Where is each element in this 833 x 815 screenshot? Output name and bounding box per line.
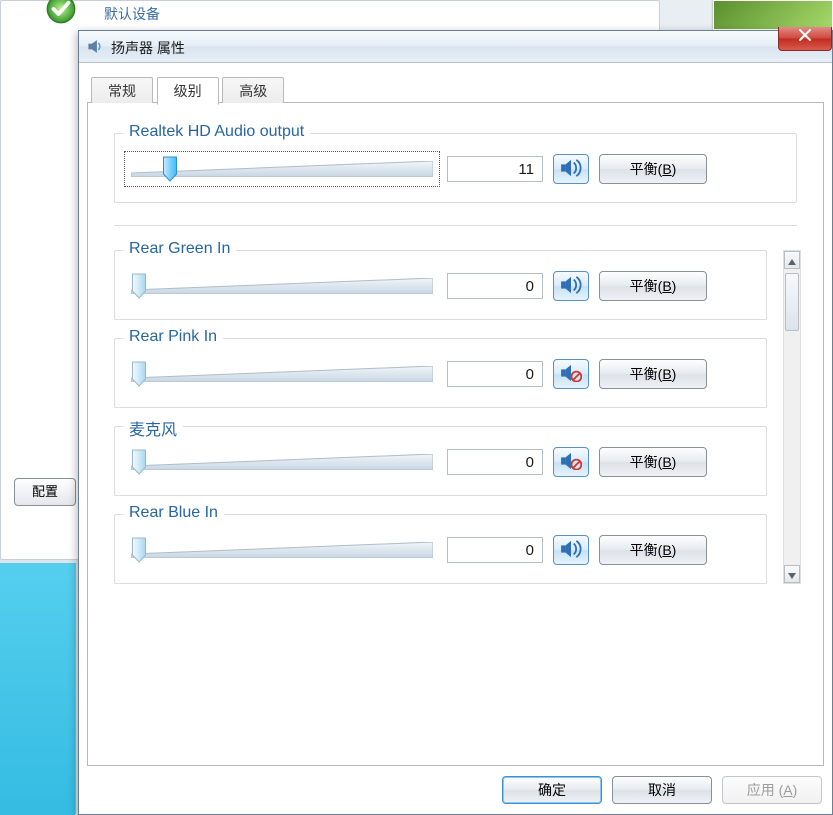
mute-main[interactable]: [553, 154, 589, 184]
speaker-on-icon: [560, 540, 582, 561]
close-button[interactable]: [778, 27, 832, 51]
apply-button[interactable]: 应用 (A): [722, 776, 822, 804]
balance-input-3[interactable]: 平衡(B): [599, 535, 707, 565]
slider-input-1[interactable]: [127, 359, 437, 389]
speaker-on-icon: [560, 159, 582, 180]
side-strip: [0, 563, 76, 815]
speaker-muted-icon: [560, 452, 582, 473]
group-input-1: Rear Pink In平衡(B): [114, 338, 767, 408]
slider-thumb-icon: [132, 537, 147, 563]
group-main-legend: Realtek HD Audio output: [123, 123, 310, 141]
speaker-properties-dialog: 扬声器 属性 常规 级别 高级 Realtek HD Audio output: [78, 30, 833, 815]
thumbnail-image: [713, 0, 833, 30]
slider-input-2[interactable]: [127, 447, 437, 477]
tab-levels[interactable]: 级别: [157, 77, 219, 105]
balance-main[interactable]: 平衡(B): [599, 154, 707, 184]
group-input-legend: Rear Blue In: [123, 504, 224, 522]
group-input-3: Rear Blue In平衡(B): [114, 514, 767, 584]
balance-input-1[interactable]: 平衡(B): [599, 359, 707, 389]
inputs-scroll-area: Rear Green In平衡(B)Rear Pink In平衡(B)麦克风平衡…: [114, 250, 797, 584]
balance-input-0[interactable]: 平衡(B): [599, 271, 707, 301]
dialog-footer: 确定 取消 应用 (A): [502, 776, 822, 804]
checkmark-icon: [46, 0, 76, 24]
tab-row: 常规 级别 高级: [87, 73, 824, 103]
chevron-up-icon: [788, 253, 796, 268]
mute-input-1[interactable]: [553, 359, 589, 389]
slider-track-icon: [131, 366, 433, 382]
scroll-thumb[interactable]: [785, 273, 799, 331]
close-icon: [798, 29, 812, 44]
slider-thumb-icon: [132, 361, 147, 387]
slider-track-icon: [131, 454, 433, 470]
ok-button[interactable]: 确定: [502, 776, 602, 804]
slider-thumb-icon: [163, 156, 178, 182]
group-input-0: Rear Green In平衡(B): [114, 250, 767, 320]
mute-input-3[interactable]: [553, 535, 589, 565]
levels-panel: Realtek HD Audio output: [87, 103, 824, 766]
titlebar[interactable]: 扬声器 属性: [79, 31, 832, 63]
value-input-3[interactable]: [447, 537, 543, 563]
cancel-button[interactable]: 取消: [612, 776, 712, 804]
mute-input-0[interactable]: [553, 271, 589, 301]
separator: [114, 225, 797, 226]
configure-button[interactable]: 配置: [14, 478, 76, 506]
group-input-2: 麦克风平衡(B): [114, 426, 767, 496]
default-device-label: 默认设备: [104, 4, 160, 24]
slider-input-0[interactable]: [127, 271, 437, 301]
group-input-legend: Rear Pink In: [123, 328, 223, 346]
scrollbar[interactable]: [783, 250, 801, 584]
group-main-output: Realtek HD Audio output: [114, 133, 797, 203]
group-input-legend: Rear Green In: [123, 240, 236, 258]
slider-input-3[interactable]: [127, 535, 437, 565]
chevron-down-icon: [788, 567, 796, 582]
speaker-on-icon: [560, 276, 582, 297]
speaker-muted-icon: [560, 364, 582, 385]
scroll-up-button[interactable]: [784, 251, 800, 269]
slider-thumb-icon: [132, 449, 147, 475]
value-input-0[interactable]: [447, 273, 543, 299]
dialog-title: 扬声器 属性: [111, 38, 185, 58]
tab-general[interactable]: 常规: [91, 77, 153, 103]
slider-main[interactable]: [127, 154, 437, 184]
slider-track-icon: [131, 278, 433, 294]
value-main[interactable]: [447, 156, 543, 182]
group-input-legend: 麦克风: [123, 416, 183, 440]
speaker-icon: [87, 38, 104, 55]
slider-thumb-icon: [132, 273, 147, 299]
value-input-1[interactable]: [447, 361, 543, 387]
slider-track-icon: [131, 542, 433, 558]
mute-input-2[interactable]: [553, 447, 589, 477]
tab-advanced[interactable]: 高级: [222, 77, 284, 103]
value-input-2[interactable]: [447, 449, 543, 475]
balance-input-2[interactable]: 平衡(B): [599, 447, 707, 477]
scroll-down-button[interactable]: [784, 565, 800, 583]
